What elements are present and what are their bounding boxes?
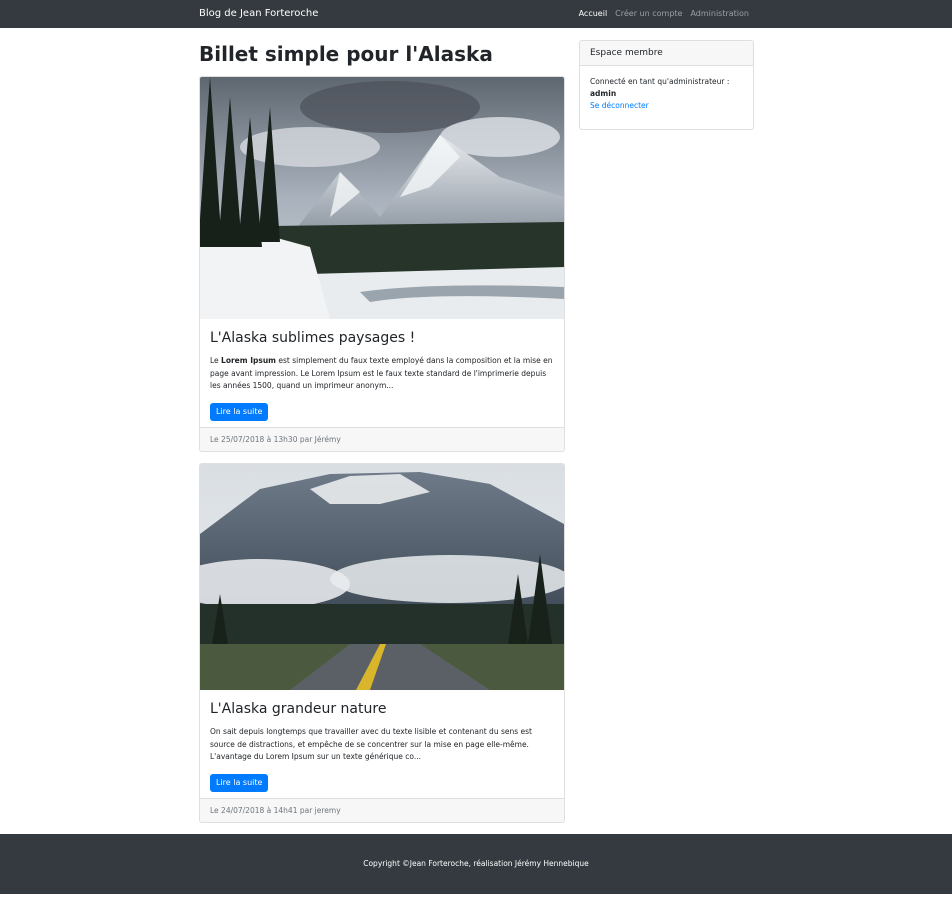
post-image[interactable] <box>200 77 564 319</box>
login-status: Connecté en tant qu'administrateur : <box>590 77 730 86</box>
nav-link-accueil[interactable]: Accueil <box>579 0 608 28</box>
post-card: L'Alaska sublimes paysages ! Le Lorem Ip… <box>199 76 565 452</box>
read-more-button[interactable]: Lire la suite <box>210 773 269 792</box>
site-footer: Copyright ©Jean Forteroche, réalisation … <box>0 834 952 894</box>
post-body: L'Alaska grandeur nature On sait depuis … <box>200 690 564 792</box>
post-excerpt: On sait depuis longtemps que travailler … <box>210 727 532 761</box>
post-body: L'Alaska sublimes paysages ! Le Lorem Ip… <box>200 319 564 421</box>
logout-link[interactable]: Se déconnecter <box>590 100 743 112</box>
excerpt-prefix: Le <box>210 356 222 365</box>
post-card: L'Alaska grandeur nature On sait depuis … <box>199 463 565 823</box>
brand-link[interactable]: Blog de Jean Forteroche <box>199 0 318 28</box>
post-title: L'Alaska grandeur nature <box>210 701 387 717</box>
post-meta: Le 24/07/2018 à 14h41 par jeremy <box>200 798 564 822</box>
page-title: Billet simple pour l'Alaska <box>199 42 493 66</box>
read-more-button[interactable]: Lire la suite <box>210 402 269 421</box>
member-panel-body: Connecté en tant qu'administrateur : adm… <box>580 66 753 122</box>
post-title: L'Alaska sublimes paysages ! <box>210 330 416 346</box>
excerpt-bold: Lorem Ipsum <box>221 356 276 365</box>
copyright-text: Copyright ©Jean Forteroche, réalisation … <box>363 859 589 868</box>
nav-link-administration[interactable]: Administration <box>690 0 749 28</box>
post-excerpt: Le Lorem Ipsum est simplement du faux te… <box>210 355 554 393</box>
username: admin <box>590 89 617 98</box>
member-panel: Espace membre Connecté en tant qu'admini… <box>579 40 754 130</box>
nav-links: Accueil Créer un compte Administration <box>579 0 749 28</box>
post-meta: Le 25/07/2018 à 13h30 par Jérémy <box>200 427 564 451</box>
post-image[interactable] <box>200 464 564 690</box>
navbar: Blog de Jean Forteroche Accueil Créer un… <box>0 0 952 28</box>
nav-link-creer-compte[interactable]: Créer un compte <box>615 0 682 28</box>
member-panel-header: Espace membre <box>580 41 753 66</box>
